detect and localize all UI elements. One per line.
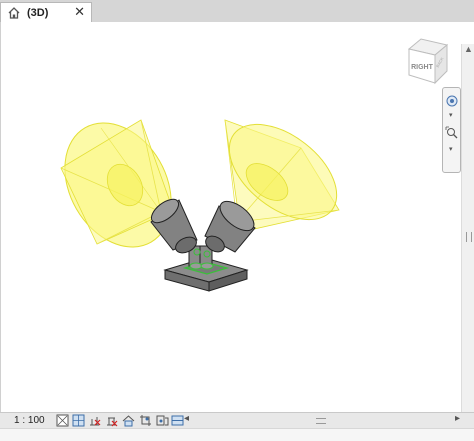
view-tab-bar: (3D) ✕ [0, 0, 474, 23]
hide-isolate-icon[interactable] [156, 414, 169, 427]
sun-path-icon[interactable] [88, 414, 101, 427]
detail-level-icon[interactable] [56, 414, 69, 427]
zoom-region-icon[interactable] [445, 126, 459, 140]
shadows-icon[interactable] [105, 414, 118, 427]
scroll-left-icon[interactable]: ◂ [184, 413, 189, 424]
steering-wheel-dropdown-icon[interactable]: ▾ [449, 112, 453, 119]
bottom-strip [0, 428, 474, 441]
viewcube-right-label: RIGHT [411, 64, 434, 71]
lighting-fixture-model[interactable] [1, 22, 461, 412]
home-icon [8, 6, 20, 19]
steering-wheel-icon[interactable] [445, 94, 459, 108]
close-tab-icon[interactable]: ✕ [74, 5, 85, 19]
navigation-bar: ▾ ▾ [442, 87, 461, 173]
tab-title: (3D) [27, 6, 49, 19]
scroll-right-icon[interactable]: ▸ [455, 413, 460, 424]
crop-view-icon[interactable] [139, 414, 152, 427]
view-cube[interactable]: RIGHT BACK [405, 35, 451, 89]
reveal-hidden-icon[interactable] [171, 414, 184, 427]
vertical-scroll-thumb[interactable] [466, 232, 472, 242]
view-scale[interactable]: 1 : 100 [14, 415, 45, 426]
scroll-up-icon[interactable]: ▲ [464, 44, 473, 54]
horizontal-scrollbar[interactable]: ◂ ▸ [184, 413, 460, 427]
visual-style-icon[interactable] [72, 414, 85, 427]
tab-3d-view[interactable]: (3D) ✕ [0, 2, 92, 22]
view-control-bar: 1 : 100 ◂ ▸ [0, 412, 474, 428]
horizontal-scroll-thumb[interactable] [316, 418, 326, 424]
render-icon[interactable] [122, 414, 135, 427]
zoom-dropdown-icon[interactable]: ▾ [449, 146, 453, 153]
vertical-scrollbar[interactable]: ▲ ▼ [461, 44, 474, 434]
3d-viewport[interactable]: RIGHT BACK ▾ ▾ ▲ ▼ [0, 22, 474, 434]
